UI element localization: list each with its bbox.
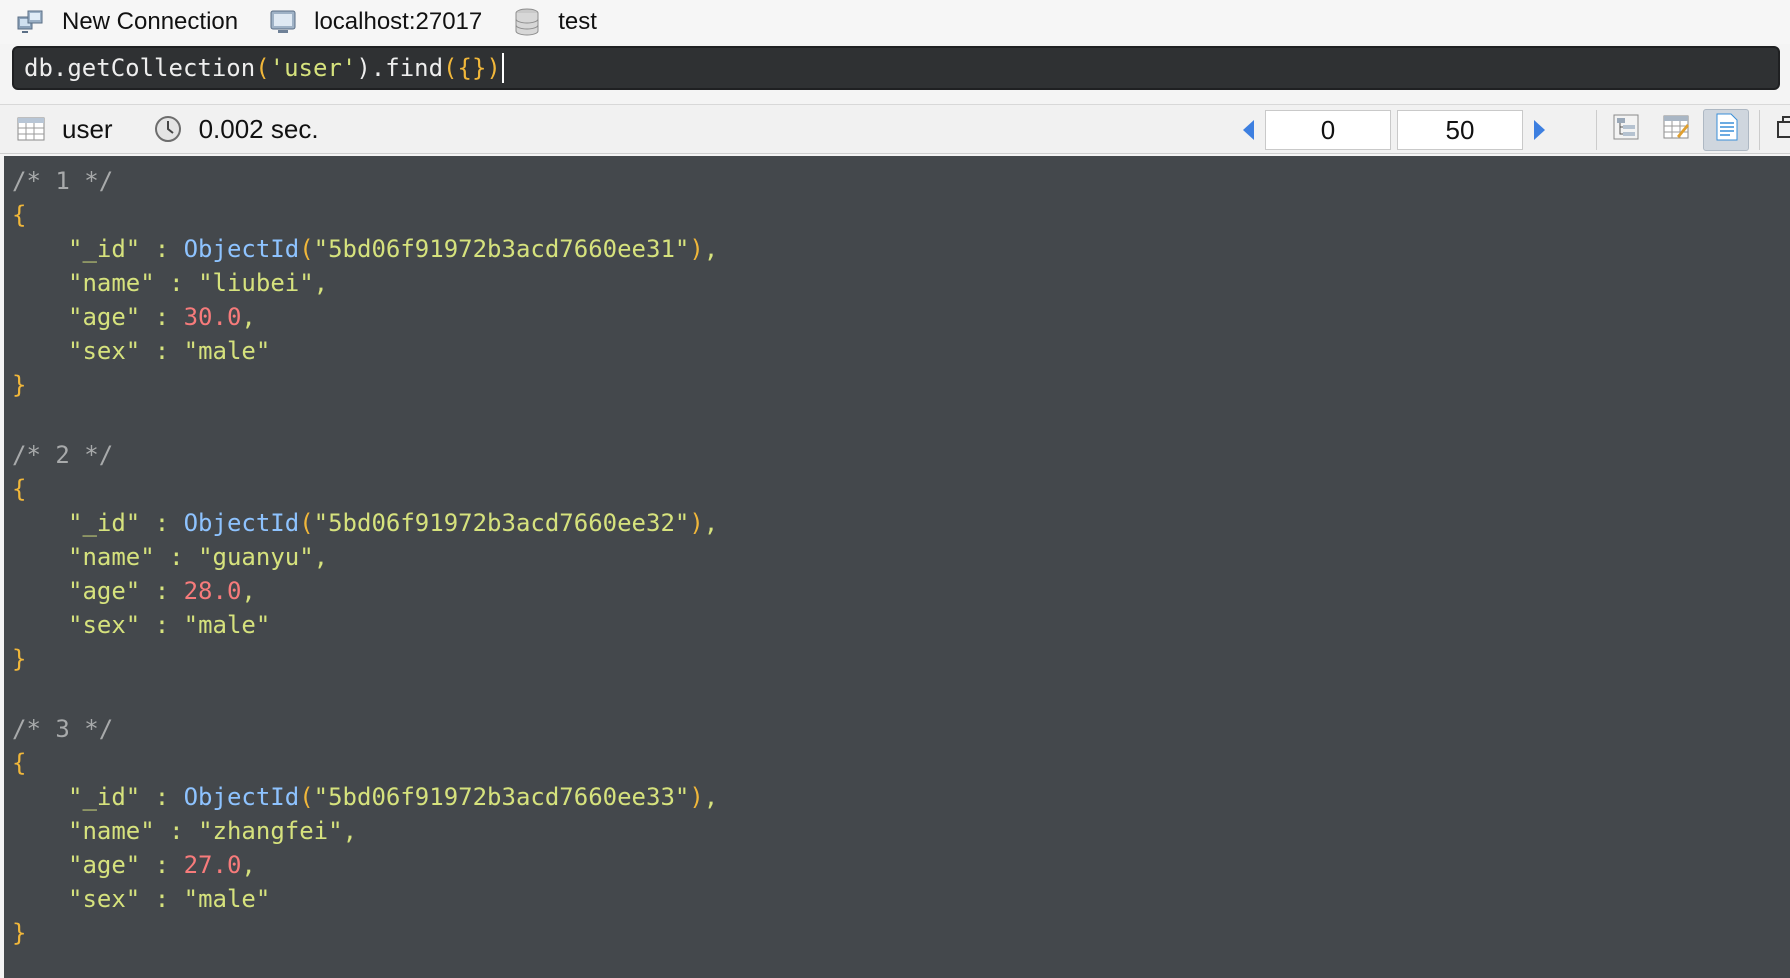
connection-item[interactable]: New Connection (16, 7, 238, 37)
maximize-icon (1774, 112, 1790, 149)
document-comment: /* 3 */ (12, 715, 114, 743)
collection-name: user (62, 113, 113, 144)
query-prefix: db.getCollection (24, 54, 256, 82)
close-brace: } (12, 371, 27, 399)
document-2: /* 2 */ { "_id" : ObjectId("5bd06f91972b… (12, 438, 1790, 676)
open-brace: { (12, 749, 27, 777)
field-age: "age" : 28.0, (68, 577, 256, 605)
sex-value: male (198, 885, 256, 913)
server-icon (268, 7, 298, 37)
database-icon (512, 7, 542, 37)
field-id: "_id" : ObjectId("5bd06f91972b3acd7660ee… (68, 235, 719, 263)
field-sex: "sex" : "male" (68, 337, 271, 365)
maximize-button[interactable] (1766, 109, 1790, 151)
clock-icon (153, 114, 183, 144)
close-brace: } (12, 645, 27, 673)
query-find: ).find (356, 54, 444, 82)
id-value: 5bd06f91972b3acd7660ee31 (328, 235, 675, 263)
age-value: 30.0 (183, 303, 242, 331)
open-brace: { (12, 475, 27, 503)
name-value: zhangfei (212, 817, 329, 845)
table-view-button[interactable] (1653, 109, 1699, 151)
field-sex: "sex" : "male" (68, 611, 271, 639)
sex-value: male (198, 611, 256, 639)
next-page-icon[interactable] (1526, 117, 1552, 143)
document-1: /* 1 */ { "_id" : ObjectId("5bd06f91972b… (12, 164, 1790, 402)
results-toolbar: user 0.002 sec. (0, 104, 1790, 154)
field-id: "_id" : ObjectId("5bd06f91972b3acd7660ee… (68, 509, 719, 537)
results-text-view[interactable]: /* 1 */ { "_id" : ObjectId("5bd06f91972b… (4, 156, 1790, 978)
text-view-button[interactable] (1703, 109, 1749, 151)
query-find-arg: {} (457, 54, 487, 82)
database-item[interactable]: test (512, 7, 597, 37)
toolbar-separator (1596, 110, 1597, 150)
document-3: /* 3 */ { "_id" : ObjectId("5bd06f91972b… (12, 712, 1790, 950)
query-time: 0.002 sec. (198, 113, 319, 144)
tree-view-icon (1611, 112, 1641, 149)
skip-input[interactable] (1265, 110, 1391, 150)
document-comment: /* 1 */ (12, 167, 114, 195)
id-value: 5bd06f91972b3acd7660ee33 (328, 783, 675, 811)
name-value: guanyu (212, 543, 300, 571)
id-value: 5bd06f91972b3acd7660ee32 (328, 509, 675, 537)
name-value: liubei (212, 269, 300, 297)
connection-bar: New Connection localhost:27017 test (0, 0, 1790, 44)
field-id: "_id" : ObjectId("5bd06f91972b3acd7660ee… (68, 783, 719, 811)
open-brace: { (12, 201, 27, 229)
query-find-open: ( (443, 54, 458, 82)
tree-view-button[interactable] (1603, 109, 1649, 151)
close-brace: } (12, 919, 27, 947)
field-sex: "sex" : "male" (68, 885, 271, 913)
field-age: "age" : 27.0, (68, 851, 256, 879)
query-find-close: ) (486, 54, 501, 82)
view-mode-buttons (1590, 109, 1790, 151)
query-collection-arg: 'user' (269, 54, 357, 82)
table-icon (16, 114, 46, 144)
field-name: "name" : "zhangfei", (68, 817, 358, 845)
host-item[interactable]: localhost:27017 (268, 7, 482, 37)
field-name: "name" : "liubei", (68, 269, 329, 297)
sex-value: male (198, 337, 256, 365)
previous-page-icon[interactable] (1236, 117, 1262, 143)
query-open-paren: ( (255, 54, 270, 82)
host-label: localhost:27017 (314, 8, 483, 35)
field-name: "name" : "guanyu", (68, 543, 329, 571)
connection-icon (16, 7, 46, 37)
pagination (1236, 105, 1552, 155)
document-comment: /* 2 */ (12, 441, 114, 469)
toolbar-separator (1759, 110, 1760, 150)
query-editor[interactable]: db.getCollection('user').find({}) (12, 46, 1780, 90)
table-view-icon (1661, 112, 1691, 149)
database-label: test (558, 8, 597, 35)
field-age: "age" : 30.0, (68, 303, 256, 331)
text-caret (501, 53, 504, 83)
text-view-icon (1711, 112, 1741, 149)
limit-input[interactable] (1397, 110, 1523, 150)
age-value: 27.0 (183, 851, 242, 879)
age-value: 28.0 (183, 577, 242, 605)
connection-label: New Connection (62, 8, 239, 35)
